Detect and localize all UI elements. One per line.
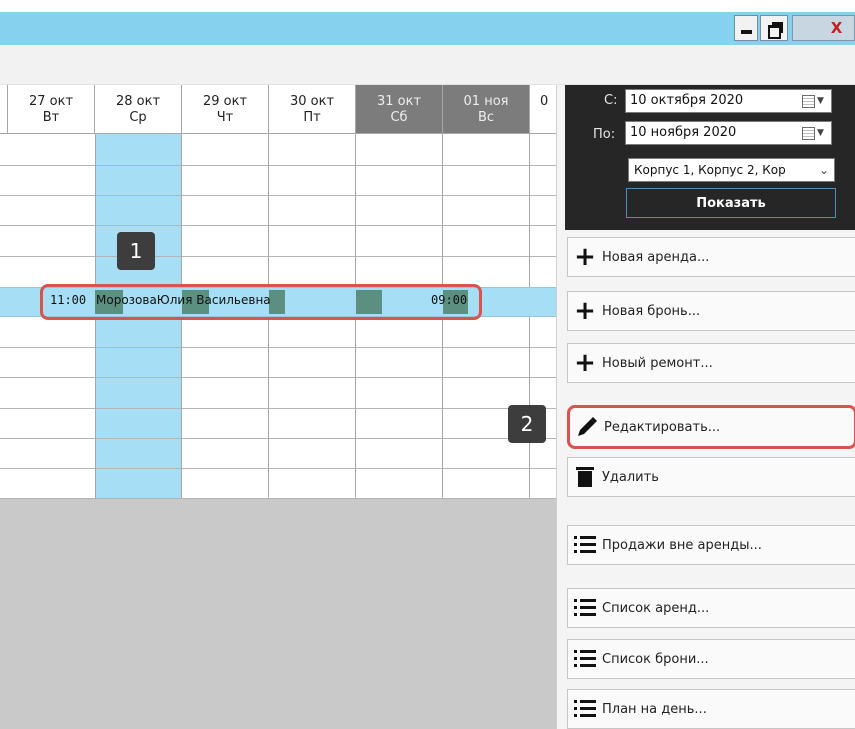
sales-outside-rent-button[interactable]: Продажи вне аренды... [567,525,855,565]
day-header-30: 30 окт Пт [269,85,356,134]
edit-button[interactable]: Редактировать... [567,405,855,449]
rent-list-label: Список аренд... [602,600,710,616]
day-header-29: 29 окт Чт [182,85,269,134]
day-header-next: 0 [530,85,556,134]
restore-icon [767,22,783,39]
chevron-down-icon: ▼ [817,96,824,106]
buildings-select[interactable]: Корпус 1, Корпус 2, Кор ⌄ [628,158,835,182]
booking-list-button[interactable]: Список брони... [567,639,855,679]
new-booking-label: Новая бронь... [602,303,701,319]
right-panel: С: 10 октября 2020 ▼ По: 10 ноября 2020 … [556,85,855,729]
to-calendar-button[interactable]: ▼ [802,125,828,141]
new-repair-label: Новый ремонт... [602,355,713,371]
to-date-value: 10 ноября 2020 [630,125,737,140]
maximize-button[interactable] [760,15,788,41]
filter-panel: С: 10 октября 2020 ▼ По: 10 ноября 2020 … [565,85,855,230]
delete-button[interactable]: Удалить [567,457,855,497]
show-button[interactable]: Показать [626,188,836,218]
row-line [0,498,556,499]
from-date-field[interactable]: 10 октября 2020 ▼ [625,89,832,113]
day-header-01: 01 ноя Вс [443,85,530,134]
calendar-icon [802,94,815,108]
minimize-button[interactable] [734,15,758,41]
calendar-grid: 27 окт Вт 28 окт Ср 29 окт Чт 30 окт Пт 31 о… [0,85,556,729]
rent-list-button[interactable]: Список аренд... [567,588,855,628]
close-button[interactable]: X [792,15,855,41]
toolbar-strip [0,45,855,85]
to-label: По: [593,127,616,142]
from-calendar-button[interactable]: ▼ [802,93,828,109]
chevron-down-icon: ▼ [817,128,824,138]
to-date-field[interactable]: 10 ноября 2020 ▼ [625,121,832,145]
row-line [0,165,556,166]
row-line [0,377,556,378]
plus-icon: + [574,348,596,378]
row-line [0,225,556,226]
new-rent-button[interactable]: + Новая аренда... [567,237,855,277]
delete-label: Удалить [602,469,659,485]
new-booking-button[interactable]: + Новая бронь... [567,291,855,331]
step-badge-1: 1 [117,232,155,270]
row-line [0,347,556,348]
row-line [0,468,556,469]
plus-icon: + [574,296,596,326]
booking-list-label: Список брони... [602,651,709,667]
row-line [0,438,556,439]
buildings-value: Корпус 1, Корпус 2, Кор [634,163,786,177]
minimize-icon [740,30,752,34]
from-date-value: 10 октября 2020 [630,93,744,108]
chevron-down-icon: ⌄ [818,163,829,177]
day-header-27: 27 окт Вт [8,85,95,134]
new-repair-button[interactable]: + Новый ремонт... [567,343,855,383]
pencil-icon [570,408,604,446]
day-header-31: 31 окт Сб [356,85,443,134]
day-plan-button[interactable]: План на день... [567,689,855,729]
row-line [0,408,556,409]
edit-label: Редактировать... [604,419,721,435]
row-line [0,195,556,196]
day-header-28: 28 окт Ср [95,85,182,134]
window-titlebar: X [0,12,855,45]
list-icon [568,526,602,564]
trash-icon [568,458,602,496]
calendar-header: 27 окт Вт 28 окт Ср 29 окт Чт 30 окт Пт 31 о… [0,85,556,134]
header-left-stub [0,85,8,134]
list-icon [568,690,602,728]
list-icon [568,589,602,627]
day-plan-label: План на день... [602,701,707,717]
from-label: С: [604,93,618,108]
step-badge-2: 2 [508,405,546,443]
new-rent-label: Новая аренда... [602,249,710,265]
plus-icon: + [574,242,596,272]
close-icon: X [830,19,843,37]
calendar-icon [802,126,815,140]
row-line [0,256,556,257]
sales-outside-rent-label: Продажи вне аренды... [602,537,762,553]
list-icon [568,640,602,678]
highlight-reservation [40,284,482,320]
